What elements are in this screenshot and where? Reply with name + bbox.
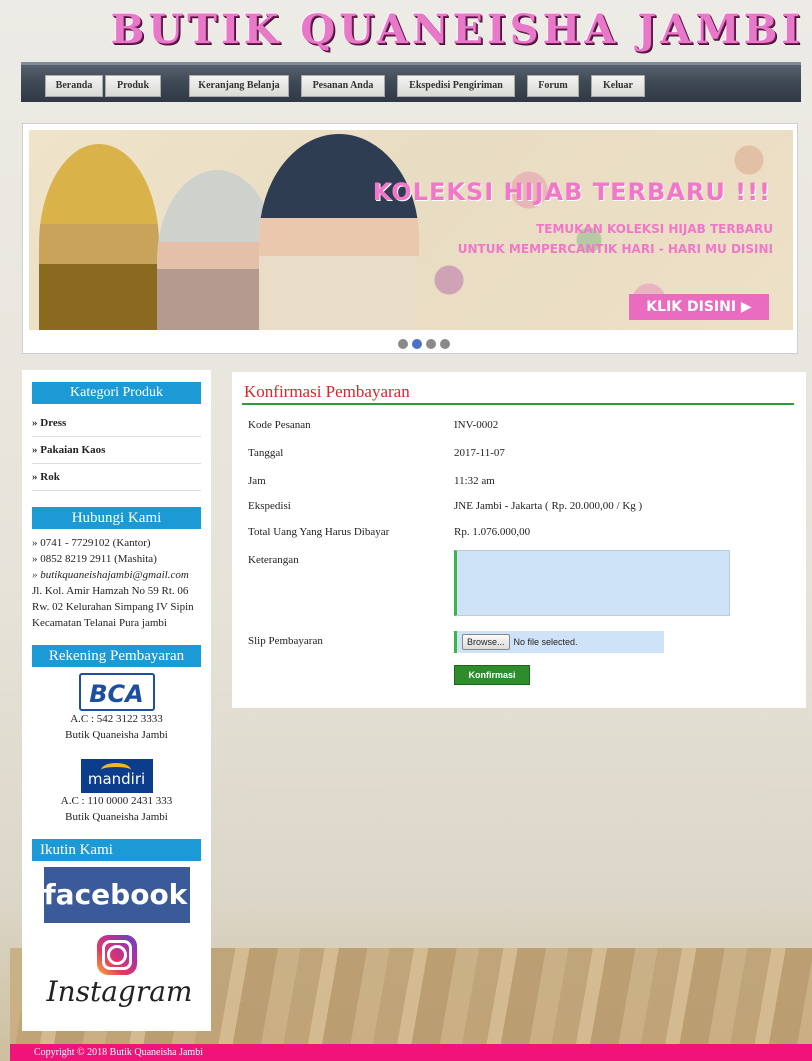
play-arrow-icon: ▶ [740,299,752,315]
kategori-item-rok[interactable]: » Rok [32,464,201,491]
nav-ekspedisi-pengiriman[interactable]: Ekspedisi Pengiriman [397,75,515,97]
nav-pesanan-anda[interactable]: Pesanan Anda [301,75,385,97]
banner-subline-2: UNTUK MEMPERCANTIK HARI - HARI MU DISINI [457,242,773,256]
keterangan-textarea[interactable] [454,550,730,616]
ekspedisi-label: Ekspedisi [248,500,291,512]
kode-label: Kode Pesanan [248,419,311,431]
mandiri-account: A.C : 110 0000 2431 333 [60,795,173,807]
title-divider [242,403,794,405]
bank-mandiri: mandiri A.C : 110 0000 2431 333 Butik Qu… [22,759,211,825]
banner-subline-1: TEMUKAN KOLEKSI HIJAB TERBARU [536,222,773,236]
ekspedisi-value: JNE Jambi - Jakarta ( Rp. 20.000,00 / Kg… [454,500,643,512]
bca-account-name: Butik Quaneisha Jambi [65,729,168,741]
contact-phone-mobile: » 0852 8219 2911 (Mashita) [32,553,157,565]
nav-keluar[interactable]: Keluar [591,75,645,97]
jam-value: 11:32 am [454,475,495,487]
main-nav: Beranda Produk Keranjang Belanja Pesanan… [21,62,801,102]
banner-cta-button[interactable]: KLIK DISINI ▶ [629,294,769,320]
page-title: Konfirmasi Pembayaran [244,382,410,401]
model-figure [259,134,419,330]
nav-keranjang-belanja[interactable]: Keranjang Belanja [189,75,289,97]
instagram-label: Instagram [46,975,193,1008]
tanggal-value: 2017-11-07 [454,447,505,459]
slider-dot[interactable] [412,339,422,349]
slip-label: Slip Pembayaran [248,635,323,647]
model-figure [39,144,159,330]
kategori-item-dress[interactable]: » Dress [32,410,201,437]
jam-label: Jam [248,475,266,487]
tanggal-label: Tanggal [248,447,284,459]
konfirmasi-button[interactable]: Konfirmasi [454,665,530,685]
file-status: No file selected. [513,637,578,647]
kategori-heading: Kategori Produk [32,382,201,404]
slider-dots [396,336,452,354]
instagram-icon [96,935,137,975]
contact-info: » 0741 - 7729102 (Kantor) » 0852 8219 29… [32,535,201,631]
slip-file-input[interactable]: Browse... No file selected. [454,631,664,653]
hubungi-heading: Hubungi Kami [32,507,201,529]
bca-logo: BCA [78,673,155,711]
nav-forum[interactable]: Forum [527,75,579,97]
nav-produk[interactable]: Produk [105,75,161,97]
banner-image[interactable]: KOLEKSI HIJAB TERBARU !!! TEMUKAN KOLEKS… [29,130,793,330]
total-label: Total Uang Yang Harus Dibayar [248,526,390,538]
instagram-link[interactable]: Instagram [22,935,211,1008]
footer: Copyright © 2018 Butik Quaneisha Jambi [10,1044,812,1061]
mandiri-account-name: Butik Quaneisha Jambi [65,811,168,823]
payment-confirmation-panel: Konfirmasi Pembayaran Kode Pesanan INV-0… [232,372,806,708]
banner-headline: KOLEKSI HIJAB TERBARU !!! [372,178,771,206]
site-title: BUTIK QUANEISHA JAMBI [110,6,804,53]
mandiri-logo: mandiri [80,759,153,793]
nav-beranda[interactable]: Beranda [45,75,103,97]
slider-dot[interactable] [440,339,450,349]
bca-account: A.C : 542 3122 3333 [70,713,163,725]
rekening-heading: Rekening Pembayaran [32,645,201,667]
ikuti-heading: Ikutin Kami [32,839,201,861]
browse-button[interactable]: Browse... [462,634,510,650]
bank-bca: BCA A.C : 542 3122 3333 Butik Quaneisha … [22,673,211,743]
banner-slider: KOLEKSI HIJAB TERBARU !!! TEMUKAN KOLEKS… [22,123,798,354]
banner-cta-label: KLIK DISINI [646,299,737,315]
sidebar: Kategori Produk » Dress » Pakaian Kaos »… [22,370,211,1031]
contact-phone-office: » 0741 - 7729102 (Kantor) [32,537,151,549]
kategori-item-pakaian-kaos[interactable]: » Pakaian Kaos [32,437,201,464]
keterangan-label: Keterangan [248,554,299,566]
contact-email[interactable]: » butikquaneishajambi@gmail.com [32,567,201,583]
total-value: Rp. 1.076.000,00 [454,526,531,538]
facebook-link[interactable]: facebook. [43,867,198,923]
contact-address: Jl. Kol. Amir Hamzah No 59 Rt. 06 Rw. 02… [32,585,194,629]
kode-value: INV-0002 [454,419,499,431]
slider-dot[interactable] [426,339,436,349]
slider-dot[interactable] [398,339,408,349]
